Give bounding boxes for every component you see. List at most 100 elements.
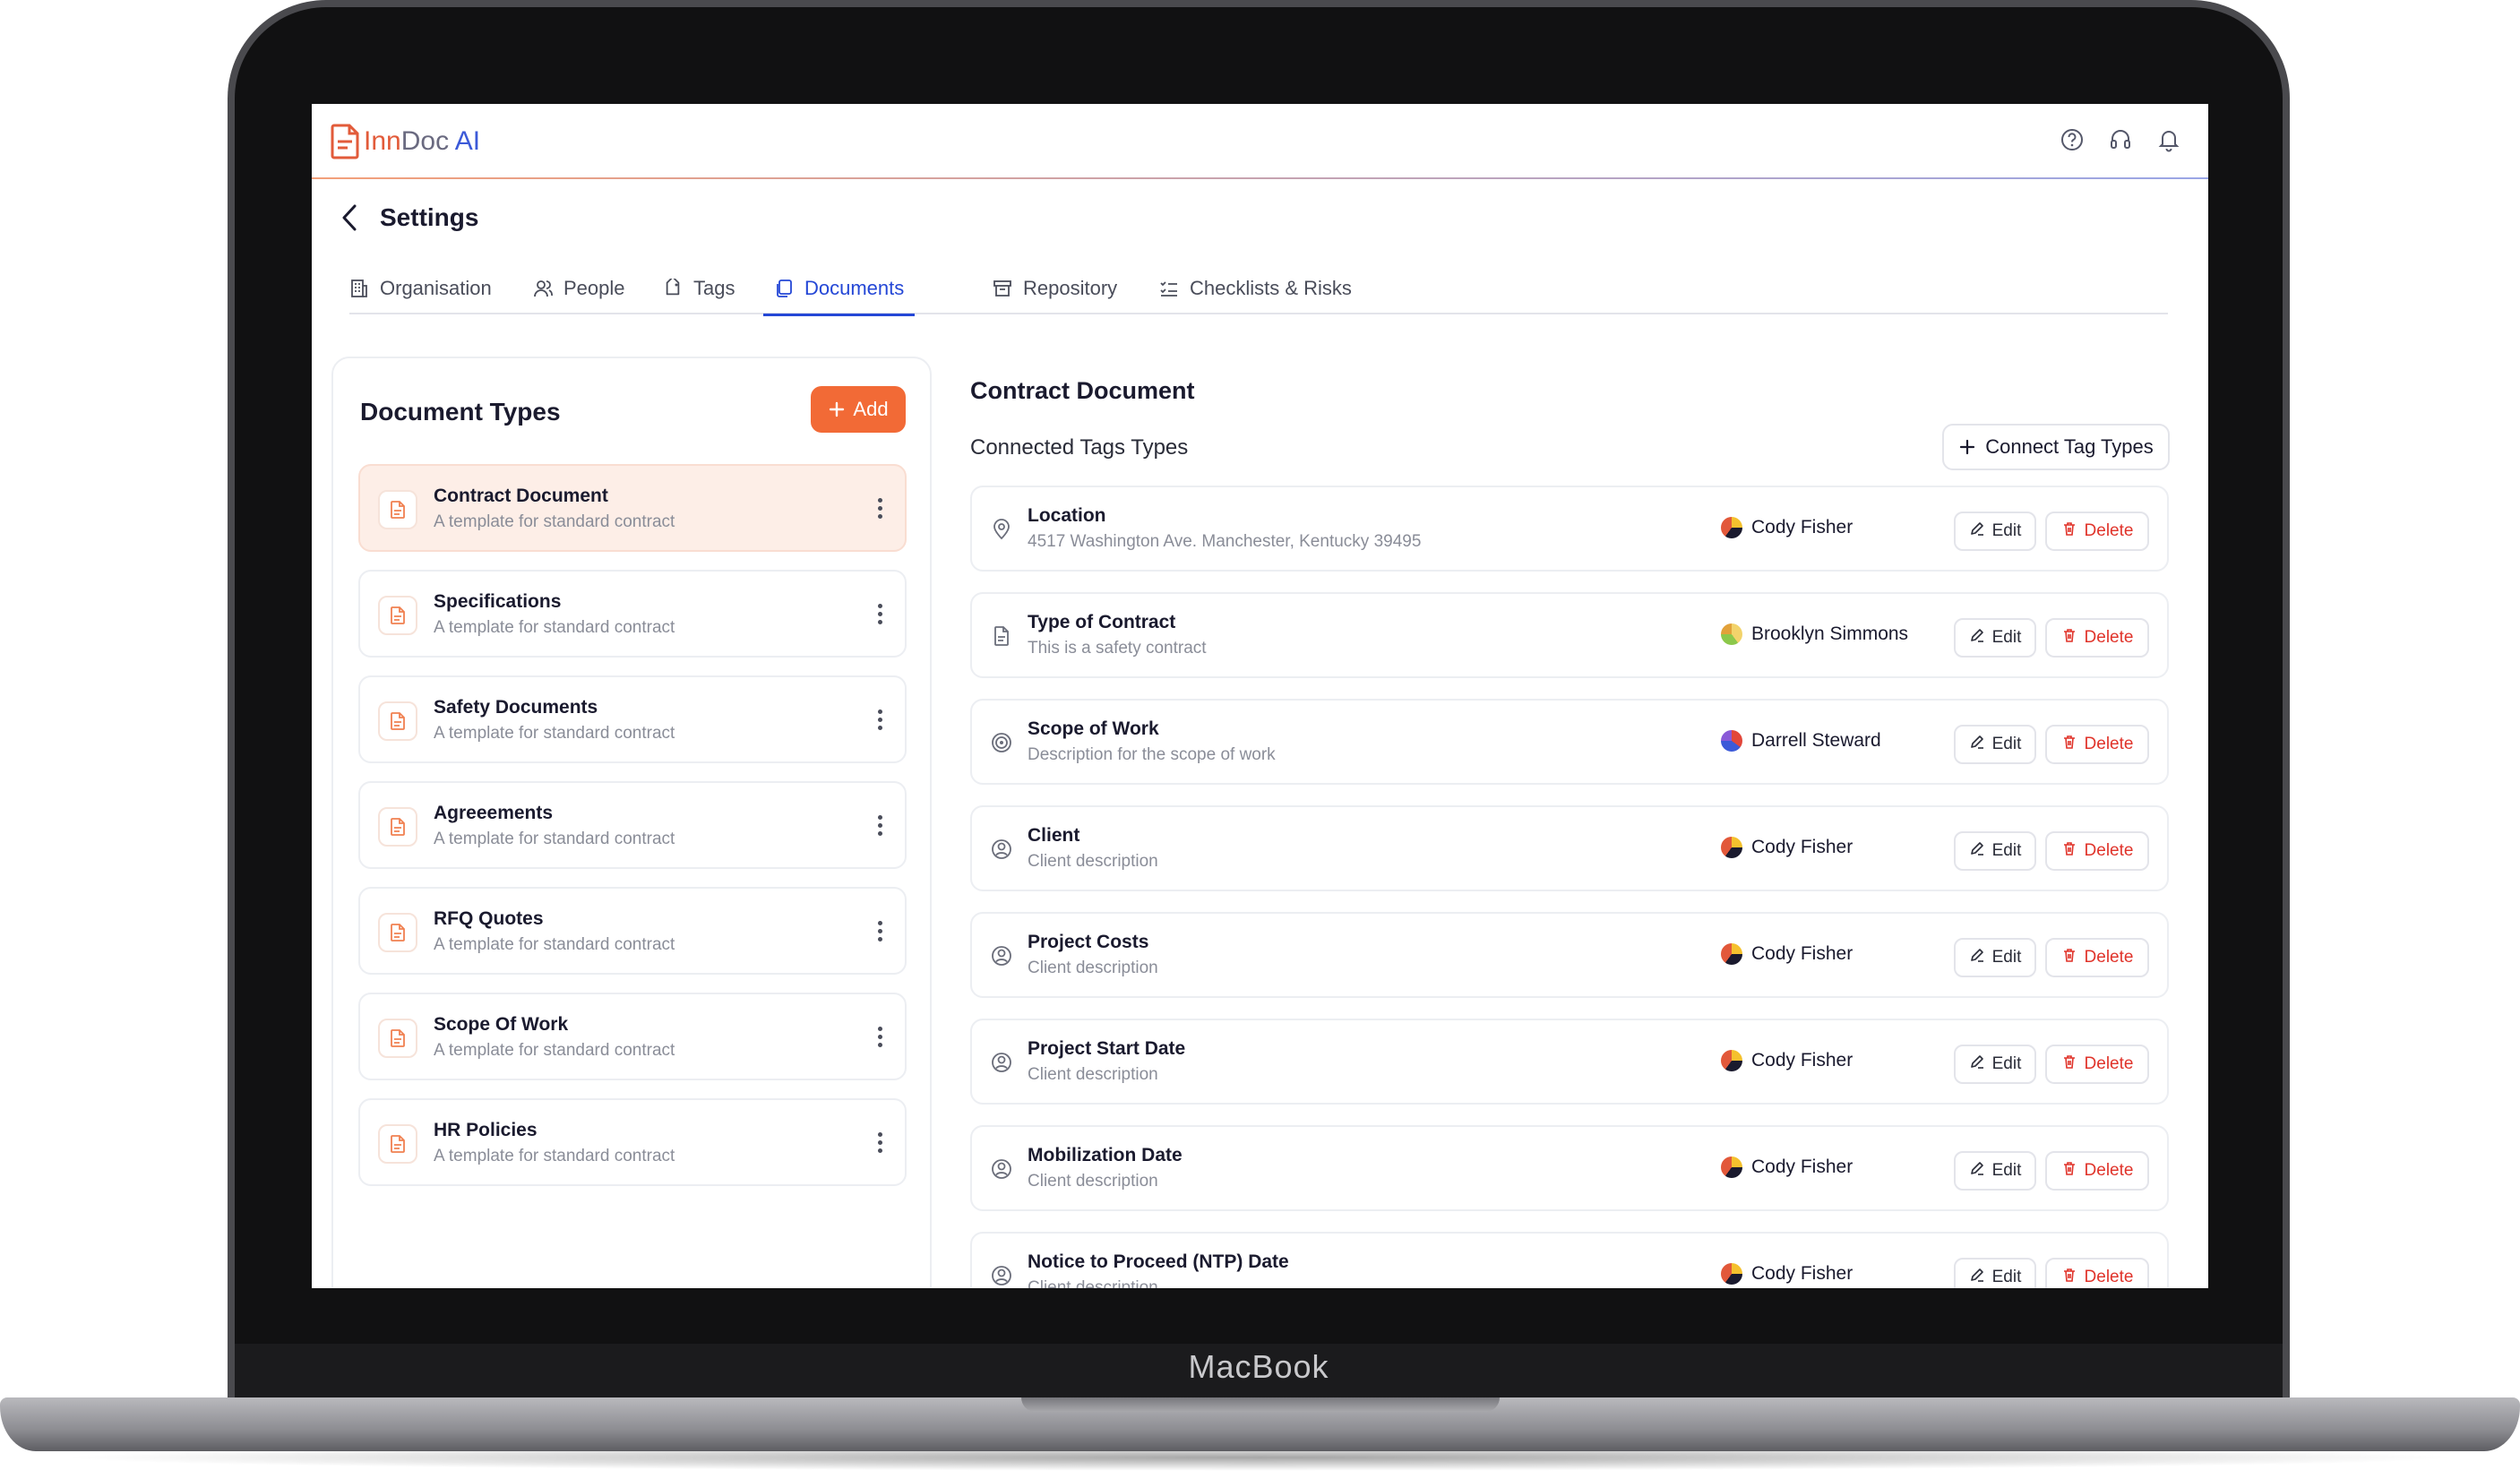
tag-name: Client (1028, 825, 1080, 846)
delete-label: Delete (2084, 735, 2134, 753)
document-type-description: A template for standard contract (434, 512, 675, 531)
tab-repository[interactable]: Repository (993, 270, 1117, 314)
document-type-name: Agreeements (434, 803, 554, 823)
edit-button[interactable]: Edit (1954, 618, 2036, 658)
connected-tag-row[interactable]: Type of Contract This is a safety contrac… (970, 592, 2169, 678)
add-document-type-button[interactable]: Add (811, 386, 906, 433)
connected-tag-row[interactable]: Mobilization Date Client description Cody … (970, 1125, 2169, 1211)
logo-text: InnDoc AI (364, 126, 480, 157)
document-type-name: Specifications (434, 591, 562, 612)
tag-description: Client description (1028, 852, 1158, 871)
more-options-icon[interactable] (876, 815, 883, 838)
tag-name: Project Costs (1028, 932, 1149, 952)
edit-icon (1969, 520, 1985, 542)
more-options-icon[interactable] (876, 1132, 883, 1156)
connected-tag-row[interactable]: Notice to Proceed (NTP) Date Client descr… (970, 1232, 2169, 1288)
connected-tag-row[interactable]: Scope of Work Description for the scope o… (970, 699, 2169, 785)
tab-label: People (563, 277, 625, 299)
document-type-item[interactable]: Scope Of Work A template for standard con… (358, 993, 907, 1080)
app-logo[interactable]: InnDoc AI (330, 124, 480, 159)
document-type-description: A template for standard contract (434, 830, 675, 848)
document-icon (378, 701, 417, 741)
edit-icon (1969, 947, 1985, 968)
tag-name: Location (1028, 505, 1106, 526)
document-type-description: A template for standard contract (434, 935, 675, 954)
connected-tag-row[interactable]: Project Start Date Client description Cody… (970, 1019, 2169, 1105)
more-options-icon[interactable] (876, 921, 883, 944)
trash-icon (2061, 1053, 2077, 1075)
logo-ai: AI (454, 126, 481, 156)
edit-label: Edit (1991, 735, 2022, 753)
tab-documents[interactable]: Documents (762, 270, 916, 316)
edit-label: Edit (1991, 1161, 2022, 1180)
edit-button[interactable]: Edit (1954, 725, 2036, 764)
document-type-item[interactable]: Agreeements A template for standard contr… (358, 781, 907, 869)
delete-button[interactable]: Delete (2045, 512, 2149, 551)
edit-button[interactable]: Edit (1954, 1258, 2036, 1288)
owner-name: Cody Fisher (1751, 517, 1853, 537)
document-type-item[interactable]: HR Policies A template for standard contr… (358, 1098, 907, 1186)
tag-owner: Cody Fisher (1721, 1263, 1853, 1285)
document-icon (378, 596, 417, 635)
delete-button[interactable]: Delete (2045, 1045, 2149, 1084)
delete-button[interactable]: Delete (2045, 725, 2149, 764)
bell-icon[interactable] (2156, 127, 2181, 152)
edit-label: Edit (1991, 628, 2022, 647)
tab-tags[interactable]: Tags (663, 270, 735, 314)
panel-title: Document Types (360, 398, 561, 426)
edit-button[interactable]: Edit (1954, 1045, 2036, 1084)
avatar (1721, 623, 1742, 645)
tag-description: Description for the scope of work (1028, 745, 1276, 764)
target-icon (990, 731, 1013, 754)
more-options-icon[interactable] (876, 1027, 883, 1050)
top-bar: InnDoc AI (312, 104, 2208, 179)
documents-icon (777, 279, 792, 297)
document-type-item[interactable]: Specifications A template for standard co… (358, 570, 907, 658)
tag-name: Project Start Date (1028, 1038, 1186, 1059)
connected-tag-row[interactable]: Location 4517 Washington Ave. Manchester,… (970, 486, 2169, 572)
document-type-description: A template for standard contract (434, 1147, 675, 1165)
delete-label: Delete (2084, 1268, 2134, 1286)
tag-description: Client description (1028, 1278, 1158, 1288)
edit-label: Edit (1991, 841, 2022, 860)
document-type-item[interactable]: Safety Documents A template for standard … (358, 675, 907, 763)
back-arrow-icon[interactable] (337, 202, 362, 233)
delete-button[interactable]: Delete (2045, 618, 2149, 658)
delete-button[interactable]: Delete (2045, 938, 2149, 977)
owner-name: Cody Fisher (1751, 1050, 1853, 1071)
edit-button[interactable]: Edit (1954, 938, 2036, 977)
connected-tag-row[interactable]: Client Client description Cody Fisher Edit D… (970, 805, 2169, 891)
edit-button[interactable]: Edit (1954, 831, 2036, 871)
archive-icon (993, 280, 1011, 297)
delete-button[interactable]: Delete (2045, 1151, 2149, 1191)
avatar (1721, 1050, 1742, 1071)
tab-label: Tags (693, 277, 735, 299)
tag-owner: Cody Fisher (1721, 1050, 1853, 1071)
edit-button[interactable]: Edit (1954, 512, 2036, 551)
tab-people[interactable]: People (533, 270, 625, 314)
headset-icon[interactable] (2108, 127, 2133, 152)
top-icons (2060, 127, 2181, 152)
delete-button[interactable]: Delete (2045, 1258, 2149, 1288)
edit-icon (1969, 840, 1985, 862)
tag-name: Scope of Work (1028, 718, 1159, 739)
plus-icon (1960, 439, 1975, 455)
more-options-icon[interactable] (876, 709, 883, 733)
tag-name: Notice to Proceed (NTP) Date (1028, 1251, 1289, 1272)
settings-tabs: Organisation People Tags Documents Repos… (349, 270, 2168, 316)
more-options-icon[interactable] (876, 604, 883, 627)
document-type-item[interactable]: RFQ Quotes A template for standard contra… (358, 887, 907, 975)
tab-organisation[interactable]: Organisation (349, 270, 492, 314)
edit-button[interactable]: Edit (1954, 1151, 2036, 1191)
document-type-item[interactable]: Contract Document A template for standard… (358, 464, 907, 552)
tab-checklists-risks[interactable]: Checklists & Risks (1159, 270, 1352, 314)
user-circle-icon (990, 1264, 1013, 1287)
logo-inn: Inn (364, 126, 401, 156)
connect-tag-types-button[interactable]: Connect Tag Types (1942, 424, 2170, 470)
owner-name: Cody Fisher (1751, 1263, 1853, 1284)
help-icon[interactable] (2060, 127, 2085, 152)
connected-tag-row[interactable]: Project Costs Client description Cody Fish… (970, 912, 2169, 998)
more-options-icon[interactable] (876, 498, 883, 521)
delete-button[interactable]: Delete (2045, 831, 2149, 871)
tag-owner: Cody Fisher (1721, 1157, 1853, 1178)
